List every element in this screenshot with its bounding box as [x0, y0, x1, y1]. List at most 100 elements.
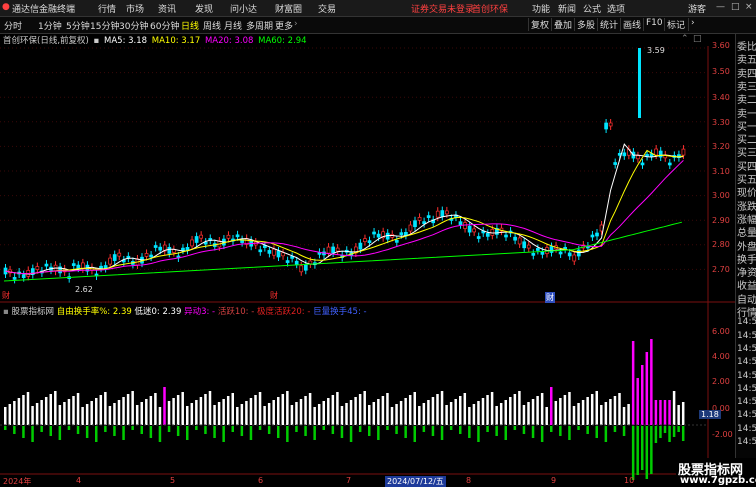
candle: [108, 257, 113, 265]
price-tick: 2.90: [712, 216, 730, 225]
tab-15min[interactable]: 15分钟: [90, 19, 119, 32]
turnover-neg-bar: [631, 426, 635, 480]
candle: [604, 122, 608, 130]
turnover-bar: [572, 406, 576, 425]
tab-weekly[interactable]: 周线: [203, 19, 221, 32]
menu-zixun[interactable]: 资讯: [158, 2, 176, 15]
turnover-neg-bar: [31, 426, 34, 442]
turnover-bar: [108, 406, 112, 425]
close-icon[interactable]: ×: [745, 2, 753, 12]
turnover-bar: [85, 404, 89, 425]
candle: [76, 264, 81, 269]
turnover-bar: [258, 392, 262, 425]
button-huaxian[interactable]: 画线: [620, 18, 643, 31]
ma-selector-icon[interactable]: ▪: [94, 36, 100, 46]
tab-multi[interactable]: 多周期: [246, 19, 273, 32]
menu-jiaoyi[interactable]: 交易: [318, 2, 336, 15]
candle: [504, 234, 508, 238]
turnover-bar: [422, 403, 426, 425]
menu-youke[interactable]: 游客: [688, 2, 706, 15]
tab-more[interactable]: 更多: [275, 19, 293, 32]
tab-1min[interactable]: 1分钟: [38, 19, 62, 32]
button-f10[interactable]: F10: [643, 18, 665, 31]
turnover-bar: [354, 397, 357, 425]
candle: [281, 252, 285, 257]
candle: [167, 246, 172, 254]
kline-chart[interactable]: [0, 46, 735, 487]
turnover-neg-bar: [386, 426, 389, 430]
button-biaoji[interactable]: 标记: [664, 18, 687, 31]
turnover-bar: [540, 393, 544, 425]
turnover-neg-bar: [586, 426, 589, 434]
turnover-bar: [40, 400, 43, 425]
turnover-bar: [331, 395, 335, 425]
candle: [71, 263, 76, 266]
marker-caibao-mid: 财: [270, 291, 278, 300]
menu-shichang[interactable]: 市场: [126, 2, 144, 15]
low-mark-value: 低迷0: 2.39: [134, 307, 182, 317]
turnover-bar: [645, 352, 649, 425]
turnover-bar: [231, 393, 234, 425]
indicator-icon[interactable]: ▪: [3, 307, 9, 317]
button-fuquan[interactable]: 复权: [528, 18, 551, 31]
tab-monthly[interactable]: 月线: [224, 19, 242, 32]
turnover-bar: [131, 391, 134, 425]
minimize-icon[interactable]: —: [716, 2, 725, 12]
turnover-bar: [340, 406, 344, 425]
menu-wenxiaoda[interactable]: 问小达: [230, 2, 257, 15]
quote-side-panel: 委比 卖五 卖四 卖三 卖二 卖一 买一 买二 买三 买四 买五 现价 涨跌 涨幅 总量 外盘 换手 净资 收益 自动…: [735, 34, 756, 487]
candle: [458, 221, 463, 226]
turnover-bar: [372, 402, 376, 425]
ma60-value: MA60: 2.94: [258, 36, 307, 46]
menu-caifuquan[interactable]: 财富圈: [275, 2, 302, 15]
menu-gongshi[interactable]: 公式: [583, 2, 601, 15]
turnover-bar: [277, 397, 280, 425]
turnover-bar: [213, 405, 216, 425]
candle: [190, 239, 194, 247]
turnover-neg-bar: [540, 426, 544, 442]
turnover-bar: [195, 400, 198, 425]
chart-settings-icon[interactable]: ⌃: [681, 34, 689, 44]
marker-caibao-right[interactable]: 财: [545, 292, 555, 303]
tab-daily[interactable]: 日线: [181, 19, 199, 32]
more-tools-icon[interactable]: ›: [688, 18, 697, 31]
tab-fenshi[interactable]: 分时: [4, 19, 22, 32]
candle: [358, 242, 363, 250]
turnover-bar: [336, 392, 339, 425]
button-duogu[interactable]: 多股: [574, 18, 597, 31]
turnover-neg-bar: [522, 426, 526, 434]
button-diejia[interactable]: 叠加: [551, 18, 574, 31]
candle: [335, 247, 340, 252]
tab-30min[interactable]: 30分钟: [119, 19, 148, 32]
turnover-neg-bar: [186, 426, 189, 440]
turnover-neg-bar: [568, 426, 571, 440]
turnover-neg-bar: [22, 426, 25, 438]
menu-hangqing[interactable]: 行情: [98, 2, 116, 15]
turnover-bar: [349, 400, 353, 425]
menu-faxian[interactable]: 发现: [195, 2, 213, 15]
marker-caibao-left: 财: [2, 291, 10, 300]
turnover-bar: [199, 397, 203, 425]
menu-gongneng[interactable]: 功能: [532, 2, 550, 15]
turnover-bar: [26, 392, 30, 425]
turnover-bar: [58, 405, 62, 425]
more-chevron-icon[interactable]: ›: [294, 19, 298, 29]
indicator-tick: 6.00: [712, 327, 730, 336]
tab-60min[interactable]: 60分钟: [150, 19, 179, 32]
chart-maximize-icon[interactable]: □: [693, 34, 702, 44]
login-notice[interactable]: 证券交易未登录: [411, 2, 474, 15]
candle: [472, 228, 476, 233]
button-tongji[interactable]: 统计: [597, 18, 620, 31]
indicator-name[interactable]: 股票指标网: [11, 307, 54, 317]
tab-5min[interactable]: 5分钟: [66, 19, 90, 32]
turnover-bar: [135, 405, 139, 425]
turnover-bar: [613, 396, 617, 425]
menu-xinwen[interactable]: 新闻: [558, 2, 576, 15]
turnover-bar: [495, 406, 498, 425]
jidu-value: 极度活跃20: -: [256, 307, 311, 317]
maximize-icon[interactable]: □: [731, 2, 740, 12]
turnover-bars: [4, 339, 685, 480]
menu-xuanxiang[interactable]: 选项: [607, 2, 625, 15]
candle: [376, 233, 381, 238]
turnover-neg-bar: [213, 426, 216, 438]
